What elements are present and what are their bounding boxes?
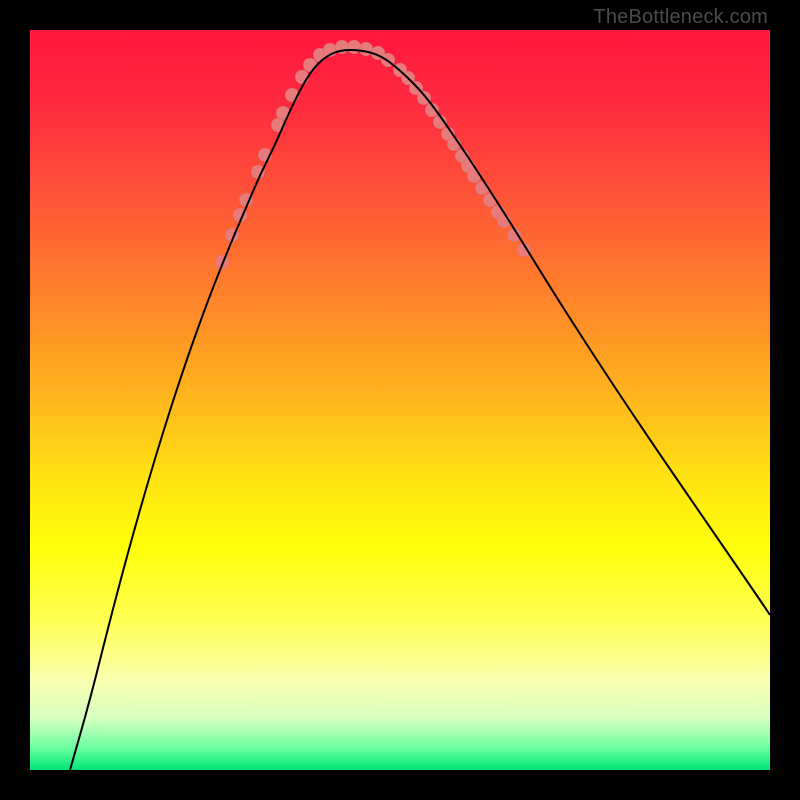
data-dot: [359, 42, 373, 56]
data-dot: [251, 165, 265, 179]
plot-area: [30, 30, 770, 770]
data-dot: [417, 91, 431, 105]
data-dot: [303, 58, 317, 72]
data-dot: [347, 40, 361, 54]
data-dot: [475, 181, 489, 195]
curve-layer: [30, 30, 770, 770]
bottleneck-curve: [70, 50, 770, 770]
dot-cluster: [215, 40, 531, 269]
data-dot: [467, 169, 481, 183]
chart-frame: TheBottleneck.com: [0, 0, 800, 800]
watermark-text: TheBottleneck.com: [593, 6, 768, 29]
